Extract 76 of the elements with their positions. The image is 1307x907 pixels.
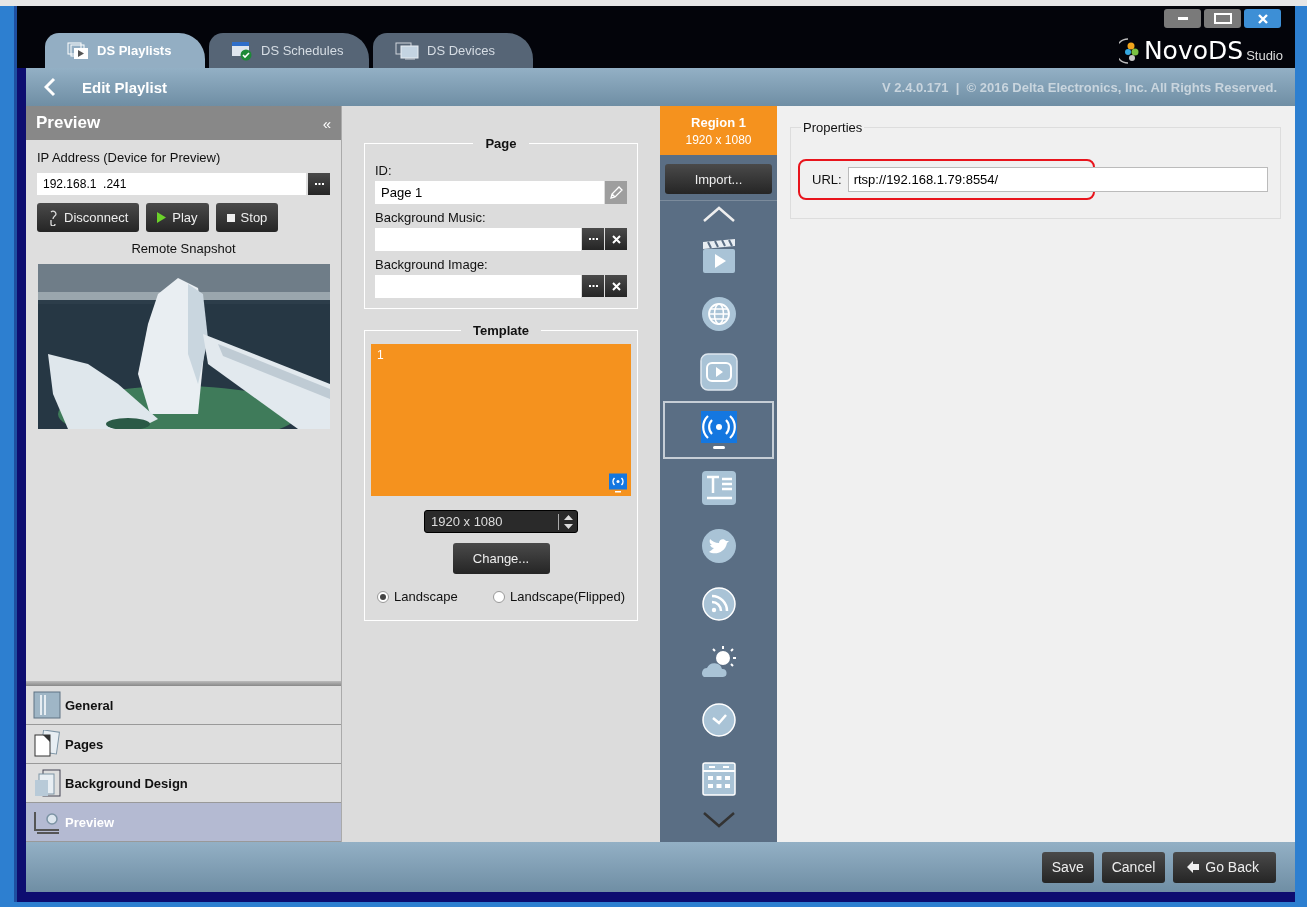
- file-field[interactable]: [375, 275, 581, 298]
- group-title: Page: [484, 136, 518, 151]
- browse-button[interactable]: [582, 228, 604, 250]
- monitors-icon: [395, 41, 419, 60]
- tab[interactable]: DS Devices: [373, 33, 533, 68]
- snapshot-label: Remote Snapshot: [130, 241, 237, 256]
- close-icon: [1257, 13, 1268, 24]
- maximize-icon: [1213, 13, 1232, 24]
- pages-icon: [33, 730, 61, 758]
- globe-icon: [700, 296, 737, 332]
- group-title: Template: [471, 323, 531, 338]
- stop-button[interactable]: Stop: [215, 203, 279, 232]
- close-icon: [611, 281, 621, 291]
- orientation-radio[interactable]: Landscape(Flipped): [493, 589, 625, 604]
- resolution-select[interactable]: 1920 x 1080: [424, 510, 578, 533]
- ip-address-field[interactable]: 192.168.1 .241: [37, 173, 306, 195]
- bird-icon: [700, 528, 737, 564]
- calendar-check-icon: [231, 40, 253, 61]
- field-label: ID:: [375, 163, 393, 178]
- version-text: V 2.4.0.171 | © 2016 Delta Electronics, Inc. All Rights Reserved.: [882, 79, 1277, 95]
- playlist-icon: [67, 41, 89, 60]
- logo-text: NovoDS: [1143, 36, 1244, 65]
- spinner-icon: [564, 514, 573, 529]
- field-label: Background Music:: [375, 210, 487, 225]
- clear-button[interactable]: [605, 275, 627, 297]
- arrow-left-icon: [1187, 861, 1200, 873]
- clear-button[interactable]: [605, 228, 627, 250]
- panel-title: Preview: [36, 113, 101, 133]
- field-label: IP Address (Device for Preview): [37, 150, 222, 165]
- import-button[interactable]: Import...: [665, 164, 772, 194]
- stop-icon: [226, 213, 235, 222]
- clock-icon: [700, 702, 737, 738]
- layers-icon: [33, 769, 61, 797]
- region-title: Region 1: [691, 114, 746, 130]
- minimize-button[interactable]: [1164, 9, 1201, 28]
- play-icon: [157, 212, 167, 223]
- group-title: Properties: [802, 120, 864, 135]
- maximize-button[interactable]: [1204, 9, 1241, 28]
- page-title: Edit Playlist: [82, 78, 168, 96]
- media-type-button[interactable]: [663, 401, 774, 459]
- field-label: URL:: [812, 172, 842, 187]
- play-button[interactable]: Play: [146, 203, 209, 232]
- edit-button[interactable]: [605, 181, 627, 204]
- tab[interactable]: DS Schedules: [209, 33, 369, 68]
- go-back-button[interactable]: Go Back: [1173, 851, 1276, 883]
- chevron-down-icon: [702, 812, 735, 828]
- weather-icon: [699, 644, 738, 680]
- pencil-icon: [609, 185, 623, 200]
- close-button[interactable]: [1244, 9, 1281, 28]
- chevron-left-icon: [44, 77, 56, 97]
- orientation-radio[interactable]: Landscape: [377, 589, 458, 604]
- cancel-button[interactable]: Cancel: [1101, 851, 1166, 883]
- file-field[interactable]: [375, 228, 581, 251]
- field-label: Background Image:: [375, 257, 489, 272]
- change-button[interactable]: Change...: [452, 543, 550, 574]
- chevron-up-icon: [702, 206, 735, 222]
- url-field[interactable]: rtsp://192.168.1.79:8554/: [847, 167, 1268, 192]
- logo-icon: [1118, 36, 1141, 65]
- close-icon: [611, 234, 621, 244]
- save-button[interactable]: Save: [1041, 851, 1094, 883]
- region-size: 1920 x 1080: [685, 132, 752, 147]
- rss-icon: [700, 586, 737, 622]
- browse-button[interactable]: [582, 275, 604, 297]
- collapse-button[interactable]: «: [322, 114, 331, 132]
- text-icon: [699, 469, 738, 507]
- logo-subtitle: Studio: [1246, 48, 1283, 63]
- region-number: 1: [377, 348, 384, 362]
- calendar-icon: [700, 759, 737, 797]
- id-field[interactable]: Page 1: [375, 181, 604, 204]
- disconnect-button[interactable]: Disconnect: [37, 203, 140, 232]
- back-button[interactable]: [44, 77, 56, 97]
- video-play-icon: [698, 352, 739, 392]
- minimize-icon: [1177, 17, 1188, 20]
- layout-icon: [33, 691, 61, 719]
- browse-button[interactable]: [308, 173, 330, 195]
- broadcast-icon: [607, 472, 629, 494]
